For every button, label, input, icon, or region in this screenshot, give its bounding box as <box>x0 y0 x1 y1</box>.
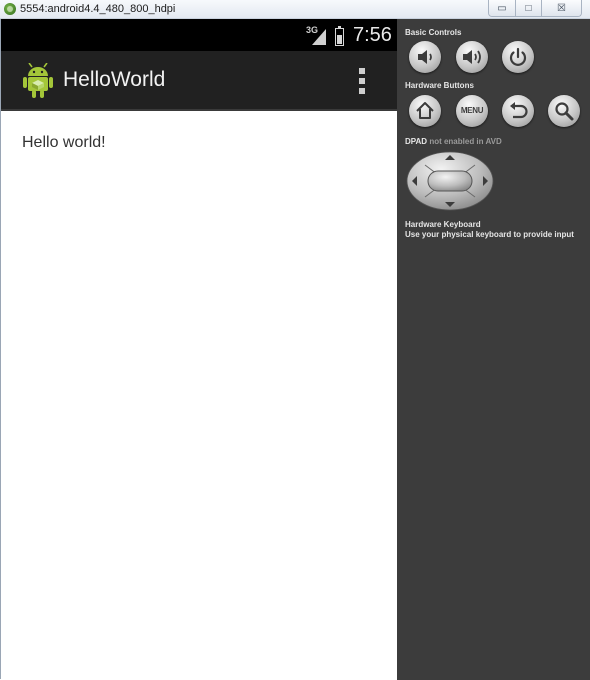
minimize-button[interactable]: ▭ <box>489 0 515 16</box>
hardware-keyboard-description: Use your physical keyboard to provide in… <box>405 230 574 239</box>
close-button[interactable]: ☒ <box>541 0 581 16</box>
power-icon <box>509 47 527 66</box>
dpad-control[interactable] <box>406 151 494 211</box>
hello-text: Hello world! <box>22 134 106 151</box>
emulator-app-icon <box>4 3 16 15</box>
back-button[interactable] <box>502 95 534 127</box>
hardware-buttons-label: Hardware Buttons <box>405 81 474 90</box>
emulator-control-panel: Basic Controls Hardware Buttons MENU DPA… <box>397 19 590 680</box>
home-button[interactable] <box>409 95 441 127</box>
android-robot-icon[interactable] <box>21 63 55 99</box>
overflow-menu-icon[interactable] <box>359 68 365 94</box>
maximize-button[interactable]: □ <box>515 0 541 16</box>
search-button[interactable] <box>548 95 580 127</box>
dpad-title: DPAD <box>405 137 428 146</box>
search-icon <box>555 102 574 121</box>
power-button[interactable] <box>502 41 534 73</box>
back-icon <box>510 102 528 119</box>
window-title-bar: 5554:android4.4_480_800_hdpi ▭ □ ☒ <box>0 0 590 19</box>
volume-down-button[interactable] <box>409 41 441 73</box>
home-icon <box>416 102 434 119</box>
android-status-bar: 3G 7:56 <box>1 19 397 51</box>
menu-button[interactable]: MENU <box>456 95 488 127</box>
status-clock: 7:56 <box>353 24 392 46</box>
volume-up-button[interactable] <box>456 41 488 73</box>
volume-down-icon <box>418 50 432 64</box>
hardware-keyboard-label: Hardware Keyboard <box>405 220 481 229</box>
window-title: 5554:android4.4_480_800_hdpi <box>20 3 176 15</box>
app-content: Hello world! <box>1 111 397 680</box>
window-controls: ▭ □ ☒ <box>488 0 582 17</box>
dpad-note: not enabled in AVD <box>429 137 502 146</box>
volume-up-icon <box>463 50 481 64</box>
action-bar: HelloWorld <box>1 51 397 111</box>
battery-icon <box>335 26 344 46</box>
signal-strength-icon <box>312 29 326 45</box>
basic-controls-label: Basic Controls <box>405 28 462 37</box>
dpad-label: DPAD not enabled in AVD <box>405 137 502 146</box>
menu-button-label: MENU <box>460 106 484 115</box>
app-title: HelloWorld <box>63 68 166 91</box>
